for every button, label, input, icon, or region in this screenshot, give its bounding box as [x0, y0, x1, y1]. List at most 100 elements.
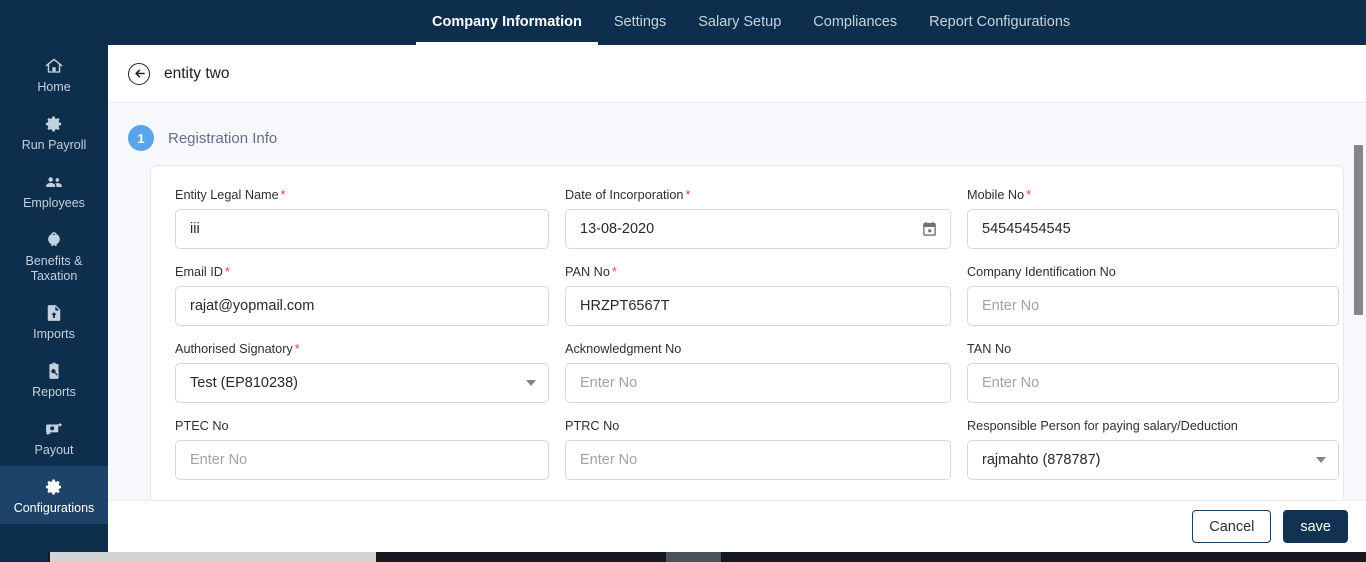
field-label-text: Date of Incorporation [565, 188, 684, 202]
field-label-text: Entity Legal Name [175, 188, 279, 202]
field-placeholder: Enter No [580, 452, 638, 468]
field-label: Email ID * [175, 265, 549, 279]
tab-salary-setup[interactable]: Salary Setup [682, 0, 797, 45]
gear-icon [4, 476, 104, 498]
sidebar-item-label: Configurations [13, 501, 95, 515]
clipboard-search-icon [4, 360, 104, 382]
input-tan-no[interactable]: Enter No [967, 363, 1339, 403]
home-icon [4, 55, 104, 77]
sidebar-item-home[interactable]: Home [0, 45, 108, 103]
horizontal-scrollbar-thumb[interactable] [50, 552, 376, 562]
step-label: Registration Info [168, 129, 278, 147]
field-email-id: Email ID * rajat@yopmail.com [175, 265, 549, 342]
field-entity-legal-name: Entity Legal Name * iii [175, 188, 549, 265]
select-authorised-signatory[interactable]: Test (EP810238) [175, 363, 549, 403]
field-label: TAN No [967, 342, 1339, 356]
field-label-text: Email ID [175, 265, 223, 279]
tab-company-information[interactable]: Company Information [416, 0, 598, 45]
field-value: 13-08-2020 [580, 221, 655, 237]
sidebar-item-label: Employees [23, 196, 85, 210]
sidebar-item-label: Home [37, 80, 71, 94]
vertical-scrollbar-thumb[interactable] [1354, 145, 1363, 315]
field-date-of-incorporation: Date of Incorporation * 13-08-2020 [565, 188, 951, 265]
field-value: iii [190, 221, 200, 237]
field-value: rajat@yopmail.com [190, 298, 315, 314]
sidebar-item-label: Run Payroll [21, 138, 87, 152]
field-placeholder: Enter No [982, 298, 1040, 314]
tab-report-configurations[interactable]: Report Configurations [913, 0, 1086, 45]
sidebar-item-employees[interactable]: Employees [0, 161, 108, 219]
field-label: Authorised Signatory * [175, 342, 549, 356]
field-value: Test (EP810238) [190, 375, 299, 391]
sidebar-item-configurations[interactable]: Configurations [0, 466, 108, 524]
field-responsible-person-for-paying-salary-deduction: Responsible Person for paying salary/Ded… [967, 419, 1339, 496]
tab-settings[interactable]: Settings [598, 0, 682, 45]
input-pan-no[interactable]: HRZPT6567T [565, 286, 951, 326]
field-label-text: PAN No [565, 265, 610, 279]
required-asterisk: * [1026, 188, 1032, 202]
field-label-text: TAN No [967, 342, 1012, 356]
file-upload-icon [4, 302, 104, 324]
field-ptrc-no: PTRC No Enter No [565, 419, 951, 496]
cancel-button[interactable]: Cancel [1192, 510, 1272, 543]
horizontal-scrollbar-secondary-thumb[interactable] [666, 552, 721, 562]
input-date-of-incorporation[interactable]: 13-08-2020 [565, 209, 951, 249]
input-email-id[interactable]: rajat@yopmail.com [175, 286, 549, 326]
field-value: rajmahto (878787) [982, 452, 1101, 468]
input-acknowledgment-no[interactable]: Enter No [565, 363, 951, 403]
field-label: Acknowledgment No [565, 342, 951, 356]
sidebar-item-imports[interactable]: Imports [0, 292, 108, 350]
select-responsible-person-for-paying-salary-deduction[interactable]: rajmahto (878787) [967, 440, 1339, 480]
field-placeholder: Enter No [580, 375, 638, 391]
page-title: entity two [164, 64, 230, 82]
sidebar-item-label: Reports [32, 385, 76, 399]
required-asterisk: * [280, 188, 286, 202]
input-company-identification-no[interactable]: Enter No [967, 286, 1339, 326]
field-acknowledgment-no: Acknowledgment No Enter No [565, 342, 951, 419]
page-header: entity two [108, 45, 1366, 103]
required-asterisk: * [611, 265, 617, 279]
field-label: Date of Incorporation * [565, 188, 951, 202]
sidebar-item-benefits-taxation[interactable]: Benefits & Taxation [0, 219, 108, 292]
field-mobile-no: Mobile No * 54545454545 [967, 188, 1339, 265]
chevron-down-icon[interactable] [526, 380, 536, 386]
field-value: HRZPT6567T [580, 298, 670, 314]
field-pan-no: PAN No * HRZPT6567T [565, 265, 951, 342]
input-mobile-no[interactable]: 54545454545 [967, 209, 1339, 249]
main-content: entity two 1 Registration Info Entity Le… [108, 45, 1366, 562]
field-label-text: Acknowledgment No [565, 342, 682, 356]
field-label-text: Mobile No [967, 188, 1025, 202]
sidebar-item-payout[interactable]: Payout [0, 408, 108, 466]
field-label-text: Responsible Person for paying salary/Ded… [967, 419, 1238, 433]
field-tan-no: TAN No Enter No [967, 342, 1339, 419]
sidebar-item-reports[interactable]: Reports [0, 350, 108, 408]
sidebar-item-run-payroll[interactable]: Run Payroll [0, 103, 108, 161]
field-ptec-no: PTEC No Enter No [175, 419, 549, 496]
horizontal-scrollbar-track[interactable] [0, 552, 1366, 562]
field-value: 54545454545 [982, 221, 1071, 237]
field-placeholder: Enter No [190, 452, 248, 468]
field-label-text: PTEC No [175, 419, 229, 433]
action-footer: Cancel save [108, 500, 1366, 552]
sidebar: Home Run Payroll Employees Benefits & Taxat… [0, 0, 108, 552]
field-label: Mobile No * [967, 188, 1339, 202]
input-ptrc-no[interactable]: Enter No [565, 440, 951, 480]
registration-info-card: Entity Legal Name * iii Date of Incorporati… [150, 165, 1344, 523]
field-authorised-signatory: Authorised Signatory * Test (EP810238) [175, 342, 549, 419]
back-arrow-icon[interactable] [128, 62, 150, 85]
gear-icon [4, 113, 104, 135]
sidebar-item-label: Imports [33, 327, 75, 341]
field-company-identification-no: Company Identification No Enter No [967, 265, 1339, 342]
field-label-text: Company Identification No [967, 265, 1116, 279]
field-placeholder: Enter No [982, 375, 1040, 391]
input-ptec-no[interactable]: Enter No [175, 440, 549, 480]
sidebar-item-label: Benefits & Taxation [25, 254, 83, 283]
calendar-icon[interactable] [921, 221, 938, 238]
field-label-text: PTRC No [565, 419, 620, 433]
input-entity-legal-name[interactable]: iii [175, 209, 549, 249]
top-navigation: Company Information Settings Salary Setup C… [0, 0, 1366, 45]
sidebar-item-label: Payout [34, 443, 74, 457]
tab-compliances[interactable]: Compliances [797, 0, 913, 45]
save-button[interactable]: save [1283, 510, 1348, 543]
chevron-down-icon[interactable] [1316, 457, 1326, 463]
